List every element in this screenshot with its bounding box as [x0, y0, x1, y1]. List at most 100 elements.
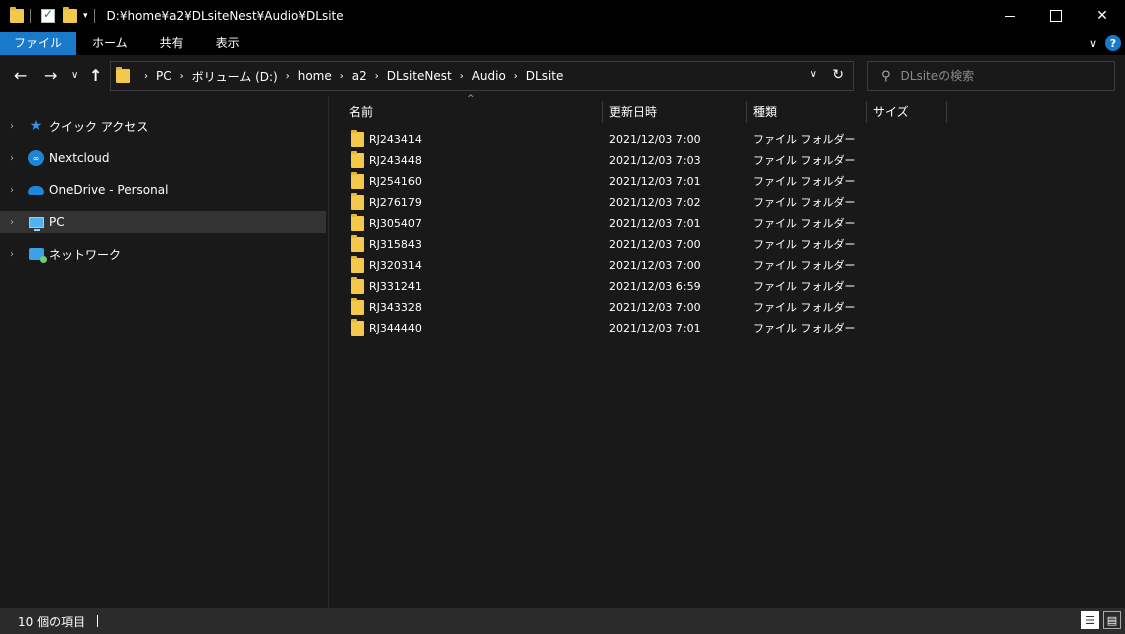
star-glyph: ★	[29, 118, 43, 134]
breadcrumb-home[interactable]: home	[298, 69, 332, 83]
chevron-right-icon[interactable]: ›	[180, 71, 184, 82]
properties-icon[interactable]	[41, 7, 55, 23]
folder-icon	[351, 298, 364, 315]
breadcrumb-a2[interactable]: a2	[352, 69, 367, 83]
large-icons-view-button[interactable]: ▤	[1103, 611, 1121, 629]
tab-view[interactable]: 表示	[200, 32, 256, 55]
folder-icon	[351, 235, 364, 252]
table-row[interactable]: RJ243414 2021/12/03 7:00 ファイル フォルダー	[329, 129, 1125, 150]
navigation-pane: › ★ クイック アクセス › ∞ Nextcloud › OneDrive -…	[0, 97, 328, 608]
status-divider	[97, 615, 99, 627]
search-input[interactable]	[900, 69, 1101, 83]
recent-locations-button[interactable]: ∨	[71, 70, 78, 81]
back-button[interactable]: ←	[14, 66, 27, 85]
cell-modified-date: 2021/12/03 6:59	[609, 280, 701, 293]
toolbar-divider	[30, 9, 31, 23]
address-history-dropdown[interactable]: ∨	[810, 69, 817, 80]
sidebar-item-onedrive[interactable]: › OneDrive - Personal	[0, 179, 326, 201]
folder-icon	[351, 151, 364, 168]
cell-name: RJ343328	[369, 301, 422, 314]
new-folder-icon[interactable]	[63, 7, 77, 23]
cloud-shape	[28, 185, 44, 195]
chevron-right-icon[interactable]: ›	[144, 71, 148, 82]
table-row[interactable]: RJ315843 2021/12/03 7:00 ファイル フォルダー	[329, 234, 1125, 255]
maximize-button[interactable]	[1033, 0, 1079, 32]
breadcrumb-audio[interactable]: Audio	[472, 69, 506, 83]
chevron-right-icon[interactable]: ›	[375, 71, 379, 82]
cell-type: ファイル フォルダー	[753, 280, 856, 293]
table-row[interactable]: RJ331241 2021/12/03 6:59 ファイル フォルダー	[329, 276, 1125, 297]
chevron-right-icon[interactable]: ›	[340, 71, 344, 82]
folder-icon	[10, 7, 24, 23]
address-bar[interactable]: › PC › ボリューム (D:) › home › a2 › DLsiteNe…	[110, 61, 854, 91]
title-bar: ▾ D:¥home¥a2¥DLsiteNest¥Audio¥DLsite ✕	[0, 0, 1125, 32]
chevron-right-icon[interactable]: ›	[10, 121, 14, 132]
sidebar-item-label: OneDrive - Personal	[49, 183, 169, 197]
chevron-right-icon[interactable]: ›	[514, 71, 518, 82]
column-header-name[interactable]: 名前	[343, 101, 603, 123]
minimize-button[interactable]	[987, 0, 1033, 32]
file-list: ^ 名前 更新日時 種類 サイズ RJ243414 2021/12/03 7:00…	[329, 94, 1125, 608]
chevron-right-icon[interactable]: ›	[10, 153, 14, 164]
folder-icon	[116, 67, 130, 83]
cell-name: RJ243414	[369, 133, 422, 146]
nextcloud-glyph: ∞	[28, 150, 44, 166]
column-header-type[interactable]: 種類	[747, 101, 867, 123]
chevron-right-icon[interactable]: ›	[10, 249, 14, 260]
forward-button[interactable]: →	[44, 66, 57, 85]
tab-home[interactable]: ホーム	[76, 32, 144, 55]
quick-access-toolbar: ▾	[0, 0, 101, 32]
cell-name: RJ331241	[369, 280, 422, 293]
cell-modified-date: 2021/12/03 7:00	[609, 259, 701, 272]
tab-file[interactable]: ファイル	[0, 32, 77, 55]
details-view-button[interactable]: ☰	[1081, 611, 1099, 629]
sidebar-item-network[interactable]: › ネットワーク	[0, 243, 326, 265]
sidebar-item-label: クイック アクセス	[49, 119, 149, 134]
table-row[interactable]: RJ276179 2021/12/03 7:02 ファイル フォルダー	[329, 192, 1125, 213]
sidebar-item-pc[interactable]: › PC	[0, 211, 326, 233]
help-icon[interactable]: ?	[1105, 35, 1121, 51]
column-header-date[interactable]: 更新日時	[603, 101, 747, 123]
breadcrumb-dlsitenest[interactable]: DLsiteNest	[387, 69, 452, 83]
chevron-right-icon[interactable]: ›	[286, 71, 290, 82]
customize-toolbar-icon[interactable]: ▾	[83, 11, 88, 21]
cell-type: ファイル フォルダー	[753, 238, 856, 251]
table-row[interactable]: RJ320314 2021/12/03 7:00 ファイル フォルダー	[329, 255, 1125, 276]
chevron-right-icon[interactable]: ›	[10, 185, 14, 196]
table-row[interactable]: RJ254160 2021/12/03 7:01 ファイル フォルダー	[329, 171, 1125, 192]
cell-modified-date: 2021/12/03 7:03	[609, 154, 701, 167]
sidebar-item-quick-access[interactable]: › ★ クイック アクセス	[0, 115, 326, 137]
folder-icon	[351, 193, 364, 210]
table-row[interactable]: RJ343328 2021/12/03 7:00 ファイル フォルダー	[329, 297, 1125, 318]
search-box[interactable]: ⚲	[867, 61, 1115, 91]
cell-modified-date: 2021/12/03 7:02	[609, 196, 701, 209]
up-button[interactable]: ↑	[89, 66, 102, 85]
column-header-size[interactable]: サイズ	[867, 101, 947, 123]
table-row[interactable]: RJ305407 2021/12/03 7:01 ファイル フォルダー	[329, 213, 1125, 234]
breadcrumb-dlsite[interactable]: DLsite	[526, 69, 564, 83]
search-icon: ⚲	[881, 68, 891, 84]
cell-type: ファイル フォルダー	[753, 322, 856, 335]
cell-name: RJ315843	[369, 238, 422, 251]
sidebar-item-nextcloud[interactable]: › ∞ Nextcloud	[0, 147, 326, 169]
network-shape	[28, 248, 47, 263]
close-button[interactable]: ✕	[1079, 0, 1125, 32]
chevron-right-icon[interactable]: ›	[460, 71, 464, 82]
breadcrumb-volume-d[interactable]: ボリューム (D:)	[192, 68, 278, 85]
expand-ribbon-icon[interactable]: ∨	[1089, 37, 1097, 50]
refresh-icon[interactable]: ↻	[832, 67, 844, 83]
sidebar-item-label: ネットワーク	[49, 247, 122, 262]
table-row[interactable]: RJ243448 2021/12/03 7:03 ファイル フォルダー	[329, 150, 1125, 171]
table-row[interactable]: RJ344440 2021/12/03 7:01 ファイル フォルダー	[329, 318, 1125, 339]
folder-icon	[351, 214, 364, 231]
status-bar: 10 個の項目 ☰ ▤	[0, 608, 1125, 634]
breadcrumb-pc[interactable]: PC	[156, 69, 172, 83]
star-icon: ★	[28, 118, 44, 134]
sidebar-item-label: PC	[49, 215, 65, 229]
folder-icon	[351, 319, 364, 336]
folder-icon	[351, 256, 364, 273]
cell-type: ファイル フォルダー	[753, 259, 856, 272]
tab-share[interactable]: 共有	[144, 32, 200, 55]
sidebar-item-label: Nextcloud	[49, 151, 110, 165]
chevron-right-icon[interactable]: ›	[10, 217, 14, 228]
